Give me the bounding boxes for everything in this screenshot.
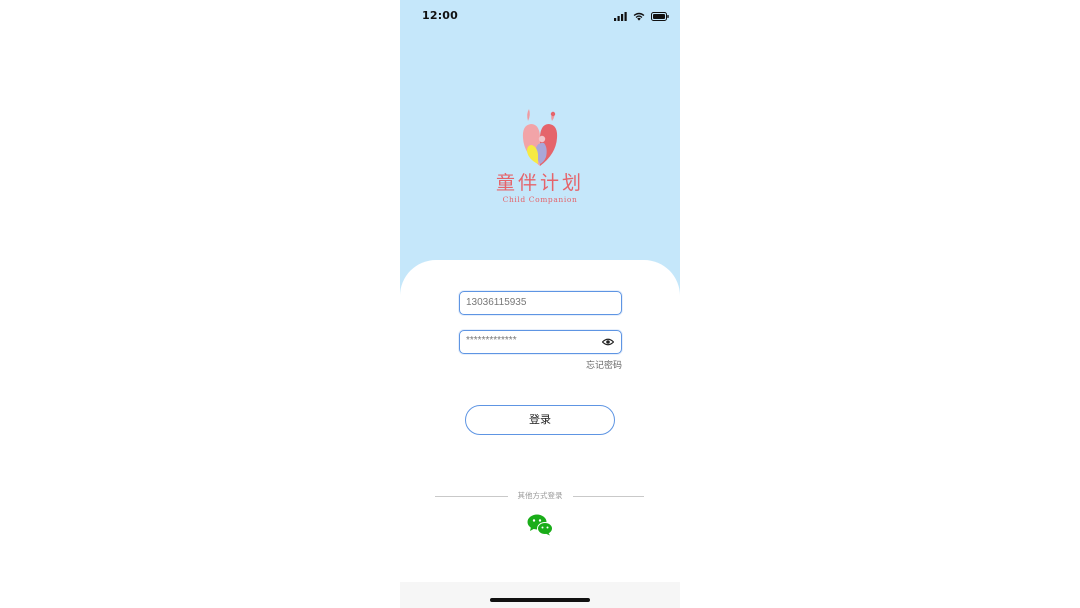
status-time: 12:00 [422, 9, 459, 22]
logo-name-cn: 童伴计划 [495, 172, 584, 194]
eye-icon[interactable] [602, 338, 614, 346]
logo-name-en: Child Companion [502, 195, 578, 204]
bottom-bar [400, 582, 680, 608]
status-icons [614, 10, 669, 22]
cellular-signal-icon [614, 11, 627, 21]
login-button[interactable]: 登录 [465, 405, 615, 435]
status-bar: 12:00 [400, 0, 680, 32]
password-input[interactable]: ************* [459, 330, 622, 354]
other-login-label: 其他方式登录 [517, 491, 563, 500]
phone-input[interactable]: 13036115935 [459, 291, 622, 315]
forgot-password-link[interactable]: 忘记密码 [586, 358, 622, 371]
wifi-icon [633, 12, 645, 21]
wechat-icon[interactable] [527, 514, 553, 536]
home-indicator[interactable] [490, 598, 590, 602]
app-logo: 童伴计划 Child Companion [400, 108, 680, 204]
password-input-value: ************* [466, 335, 517, 346]
logo-mark-icon [522, 109, 558, 166]
battery-icon [651, 11, 669, 21]
phone-input-value: 13036115935 [466, 297, 527, 308]
phone-screen: 12:00 童伴计划 Child Companion 13036115935 *… [400, 0, 680, 608]
